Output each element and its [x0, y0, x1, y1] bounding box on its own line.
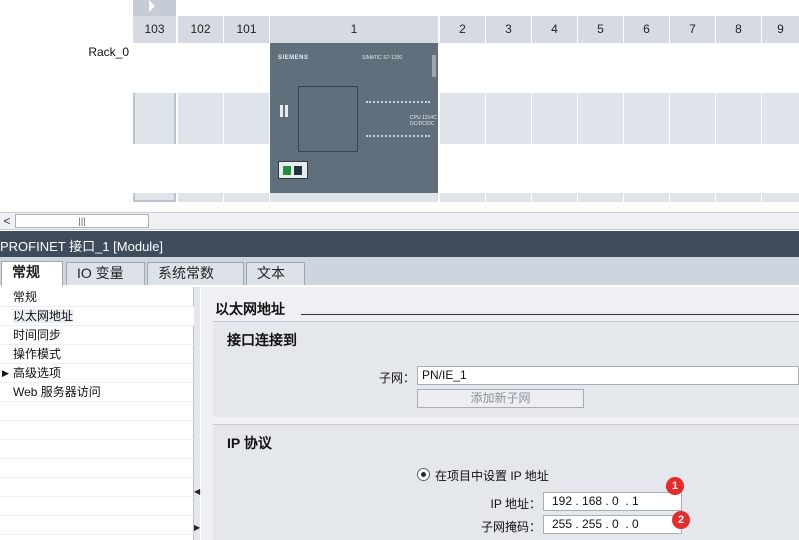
rack-slot-103[interactable]: 103	[133, 16, 176, 202]
nav-item-ethernet-address[interactable]: 以太网地址	[0, 307, 194, 326]
interface-connection-group: 接口连接到 子网： PN/IE_1 添加新子网	[213, 321, 799, 417]
nav-item-label: 高级选项	[13, 366, 62, 380]
cpu-front-panel	[298, 86, 358, 152]
rack-slot-7[interactable]: 7	[670, 16, 715, 202]
section-title: 以太网地址	[215, 301, 285, 317]
cpu-module[interactable]: SIEMENS SIMATIC S7-1200 CPU 1214C DC/DC/…	[270, 43, 438, 193]
nav-item-label: 操作模式	[13, 347, 62, 361]
step-badge-2: 2	[672, 511, 690, 529]
io-led-row	[366, 101, 430, 104]
scroll-left-button[interactable]: <	[0, 213, 14, 229]
nav-item-operating-mode[interactable]: 操作模式	[0, 345, 194, 364]
slot-number: 4	[532, 16, 577, 43]
nav-item-time-sync[interactable]: 时间同步	[0, 326, 194, 345]
ip-address-field[interactable]: 192 . 168 . 0 . 1	[543, 492, 682, 511]
slot-number: 102	[178, 16, 223, 43]
cpu-brand: SIEMENS	[278, 55, 309, 61]
nav-scrollbar[interactable]: ◀ ▶	[194, 287, 200, 540]
rack-slot-8[interactable]: 8	[716, 16, 761, 202]
slot-number: 3	[486, 16, 531, 43]
ip-protocol-group: IP 协议 在项目中设置 IP 地址 IP 地址： 192 . 168 . 0 …	[213, 424, 799, 540]
inspector-title: PROFINET 接口_1 [Module]	[0, 239, 164, 254]
slot-number: 7	[670, 16, 715, 43]
cpu-model: SIMATIC S7-1200	[362, 55, 403, 61]
slot-number: 9	[762, 16, 799, 43]
group-title: 接口连接到	[227, 332, 297, 348]
slot-number: 103	[133, 16, 176, 43]
add-subnet-button[interactable]: 添加新子网	[417, 389, 584, 408]
rack-label: Rack_0	[88, 45, 129, 59]
nav-item-label: 以太网地址	[13, 309, 74, 323]
slot-number: 5	[578, 16, 623, 43]
rack-view: Rack_0 103 102 101 1 2 3 4 5 6 7 8 9 SIE…	[0, 0, 799, 212]
rack-slot-3[interactable]: 3	[486, 16, 531, 202]
profinet-port-icon[interactable]	[278, 161, 308, 179]
cpu-variant-label: DC/DC/DC	[410, 121, 435, 127]
nav-item-label: Web 服务器访问	[13, 385, 101, 399]
tab-general[interactable]: 常规	[1, 261, 63, 286]
group-title: IP 协议	[227, 435, 272, 451]
properties-content: 以太网地址 接口连接到 子网： PN/IE_1 添加新子网 IP 协议 在项目中…	[201, 287, 799, 540]
memory-card-slot	[432, 55, 436, 77]
tab-system-constants[interactable]: 系统常数	[147, 262, 244, 285]
set-ip-in-project-radio[interactable]	[417, 468, 430, 481]
expand-arrow-icon[interactable]: ▶	[2, 364, 9, 383]
rack-slot-5[interactable]: 5	[578, 16, 623, 202]
rack-slot-9[interactable]: 9	[762, 16, 799, 202]
section-divider	[301, 314, 799, 315]
rack-slot-102[interactable]: 102	[178, 16, 223, 202]
tab-texts[interactable]: 文本	[246, 262, 305, 285]
nav-item-general[interactable]: 常规	[0, 288, 194, 307]
set-ip-in-project-label: 在项目中设置 IP 地址	[435, 469, 549, 483]
subnet-mask-field[interactable]: 255 . 255 . 0 . 0	[543, 515, 682, 534]
rack-slot-101[interactable]: 101	[224, 16, 269, 202]
inspector-tabs: 常规 IO 变量 系统常数 文本	[0, 257, 799, 286]
nav-item-web-server-access[interactable]: Web 服务器访问	[0, 383, 194, 402]
rack-slot-4[interactable]: 4	[532, 16, 577, 202]
slot-number: 6	[624, 16, 669, 43]
nav-item-advanced-options[interactable]: ▶ 高级选项	[0, 364, 194, 383]
scroll-thumb[interactable]: |||	[15, 214, 149, 228]
slot-number: 1	[270, 16, 438, 43]
scroll-right-arrow-icon[interactable]: ▶	[194, 523, 200, 533]
inspector-nav-tree: 常规 以太网地址 时间同步 操作模式 ▶ 高级选项 Web 服务器访问	[0, 287, 194, 540]
status-led-icon	[280, 105, 288, 117]
slot-number: 101	[224, 16, 269, 43]
subnet-label: 子网：	[378, 371, 415, 385]
nav-item-label: 时间同步	[13, 328, 62, 342]
rack-slot-6[interactable]: 6	[624, 16, 669, 202]
horizontal-scrollbar[interactable]: < |||	[0, 212, 799, 230]
rack-slot-2[interactable]: 2	[440, 16, 485, 202]
nav-item-label: 常规	[13, 290, 38, 304]
inspector-title-bar: PROFINET 接口_1 [Module]	[0, 231, 799, 257]
io-led-row	[366, 135, 430, 138]
rack-collapse-tab[interactable]	[133, 0, 176, 16]
slot-number: 8	[716, 16, 761, 43]
subnet-field[interactable]: PN/IE_1	[417, 366, 799, 385]
slot-number: 2	[440, 16, 485, 43]
ip-address-label: IP 地址：	[490, 497, 541, 511]
step-badge-1: 1	[666, 477, 684, 495]
tab-io-tags[interactable]: IO 变量	[66, 262, 145, 285]
scroll-left-arrow-icon[interactable]: ◀	[194, 487, 200, 497]
subnet-mask-label: 子网掩码：	[480, 520, 541, 534]
